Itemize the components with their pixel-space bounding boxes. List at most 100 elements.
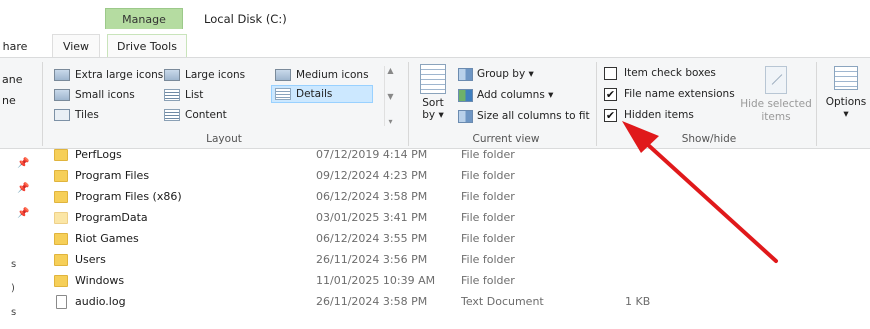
nav-item-fragment[interactable]: s [11, 259, 16, 270]
hidden-items-label: Hidden items [624, 109, 694, 121]
file-row[interactable]: Users 26/11/2024 3:56 PM File folder [50, 250, 710, 271]
file-type: File folder [461, 169, 515, 182]
ribbon-divider [596, 62, 597, 146]
large-icons-icon [164, 69, 180, 81]
options-label: Options [825, 96, 867, 108]
file-row[interactable]: audio.log 26/11/2024 3:58 PM Text Docume… [50, 292, 710, 313]
add-columns-button[interactable]: Add columns ▾ [458, 86, 553, 104]
small-icons-icon [54, 89, 70, 101]
hide-selected-items-button[interactable]: Hide selected items [738, 66, 814, 124]
layout-tiles[interactable]: Tiles [54, 106, 99, 124]
scroll-down-icon[interactable]: ▼ [387, 92, 393, 101]
sort-by-button[interactable]: Sort by ▾ [418, 64, 448, 130]
pin-icon[interactable]: 📌 [17, 208, 29, 219]
dropdown-arrow-icon: ▾ [435, 109, 444, 121]
layout-gallery-scroller[interactable]: ▲ ▼ ▾ [384, 66, 396, 126]
sort-label: Sort [422, 97, 444, 109]
add-columns-label: Add columns [477, 89, 545, 101]
layout-medium-icons[interactable]: Medium icons [275, 66, 369, 84]
hidden-items-checkbox[interactable]: ✔ [604, 108, 617, 122]
file-name-extensions-checkbox[interactable]: ✔ [604, 87, 617, 101]
layout-list[interactable]: List [164, 86, 203, 104]
layout-content-label: Content [185, 109, 227, 121]
add-columns-icon [458, 88, 473, 102]
scroll-up-icon[interactable]: ▲ [387, 66, 393, 75]
tab-share[interactable]: hare [0, 34, 36, 58]
file-date: 09/12/2024 4:23 PM [316, 169, 428, 182]
layout-tiles-label: Tiles [75, 109, 99, 121]
nav-item-fragment[interactable]: s [11, 307, 16, 318]
layout-details-label: Details [296, 88, 333, 100]
item-check-boxes-toggle[interactable]: Item check boxes [604, 64, 716, 82]
file-date: 06/12/2024 3:58 PM [316, 190, 428, 203]
file-row[interactable]: Windows 11/01/2025 10:39 AM File folder [50, 271, 710, 292]
file-name-extensions-toggle[interactable]: ✔ File name extensions [604, 85, 735, 103]
pin-icon[interactable]: 📌 [17, 158, 29, 169]
folder-icon [54, 254, 68, 266]
show-hide-group-label: Show/hide [681, 133, 737, 145]
folder-icon [54, 191, 68, 203]
preview-pane-button-fragment[interactable]: ne [2, 94, 16, 107]
options-icon [834, 66, 858, 90]
layout-content[interactable]: Content [164, 106, 227, 124]
pin-icon[interactable]: 📌 [17, 183, 29, 194]
manage-context-tab-header: Manage [105, 8, 183, 29]
file-name: Windows [75, 274, 125, 287]
ribbon-divider [816, 62, 817, 146]
layout-large-icons[interactable]: Large icons [164, 66, 245, 84]
size-all-columns-button[interactable]: Size all columns to fit [458, 107, 590, 125]
nav-item-fragment[interactable]: ) [11, 283, 15, 294]
file-size: 1 KB [625, 295, 651, 308]
file-name: PerfLogs [75, 148, 122, 161]
file-date: 06/12/2024 3:55 PM [316, 232, 428, 245]
file-date: 26/11/2024 3:58 PM [316, 295, 428, 308]
file-row[interactable]: Program Files (x86) 06/12/2024 3:58 PM F… [50, 187, 710, 208]
ribbon-divider [408, 62, 409, 146]
nav-pane-button-fragment[interactable]: ane [2, 73, 22, 86]
current-view-group-label: Current view [472, 133, 540, 145]
tiles-icon [54, 109, 70, 121]
file-type: File folder [461, 232, 515, 245]
hide-selected-items-label: Hide selected items [740, 98, 812, 123]
item-check-boxes-checkbox[interactable] [604, 66, 617, 80]
file-row[interactable]: Program Files 09/12/2024 4:23 PM File fo… [50, 166, 710, 187]
hide-selected-icon [765, 66, 787, 94]
hidden-items-toggle[interactable]: ✔ Hidden items [604, 106, 694, 124]
tab-view[interactable]: View [52, 34, 100, 58]
file-name-extensions-label: File name extensions [624, 88, 735, 100]
file-row[interactable]: Riot Games 06/12/2024 3:55 PM File folde… [50, 229, 710, 250]
file-row[interactable]: PerfLogs 07/12/2019 4:14 PM File folder [50, 145, 710, 166]
item-check-boxes-label: Item check boxes [624, 67, 716, 79]
group-by-icon [458, 67, 473, 81]
layout-small-icons-label: Small icons [75, 89, 135, 101]
file-name: audio.log [75, 295, 126, 308]
hidden-folder-icon [54, 212, 68, 224]
file-type: Text Document [461, 295, 544, 308]
layout-details[interactable]: Details [271, 85, 374, 103]
layout-medium-icons-label: Medium icons [296, 69, 369, 81]
file-date: 11/01/2025 10:39 AM [316, 274, 436, 287]
ribbon-divider [42, 62, 43, 146]
expand-gallery-icon[interactable]: ▾ [388, 117, 392, 126]
layout-extra-large-icons[interactable]: Extra large icons [54, 66, 163, 84]
size-columns-icon [458, 109, 473, 123]
layout-small-icons[interactable]: Small icons [54, 86, 135, 104]
file-type: File folder [461, 253, 515, 266]
file-date: 26/11/2024 3:56 PM [316, 253, 428, 266]
folder-icon [54, 170, 68, 182]
file-type: File folder [461, 274, 515, 287]
size-all-columns-label: Size all columns to fit [477, 110, 590, 122]
tab-drive-tools[interactable]: Drive Tools [107, 34, 187, 58]
file-row[interactable]: ProgramData 03/01/2025 3:41 PM File fold… [50, 208, 710, 229]
file-name: Users [75, 253, 106, 266]
folder-icon [54, 149, 68, 161]
group-by-button[interactable]: Group by ▾ [458, 65, 534, 83]
options-button[interactable]: Options ▾ [824, 66, 868, 120]
layout-group-label: Layout [206, 133, 242, 145]
folder-icon [54, 233, 68, 245]
layout-large-icons-label: Large icons [185, 69, 246, 81]
file-name: Riot Games [75, 232, 139, 245]
medium-icons-icon [275, 69, 291, 81]
sort-icon [420, 64, 446, 94]
file-name: Program Files (x86) [75, 190, 182, 203]
